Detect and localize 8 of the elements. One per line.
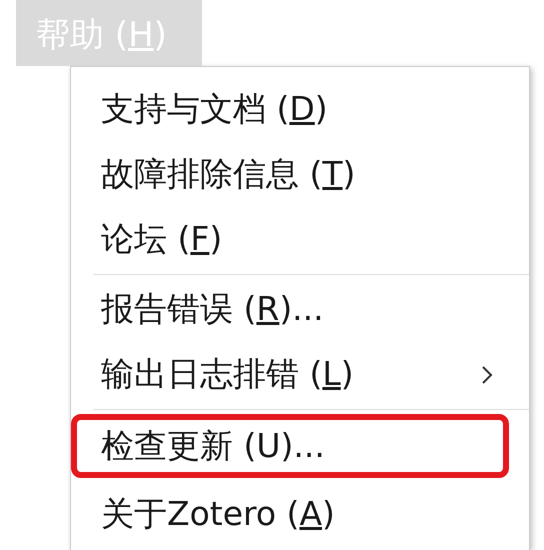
menu-item[interactable]: 论坛 (F) xyxy=(79,207,521,272)
menu-item[interactable]: 支持与文档 (D) xyxy=(79,77,521,142)
chevron-right-icon xyxy=(481,364,493,384)
menu-item[interactable]: 关于Zotero (A) xyxy=(79,482,521,547)
menu-item[interactable]: 检查更新 (U)... xyxy=(71,414,509,478)
menu-item[interactable]: 报告错误 (R)... xyxy=(79,277,521,342)
menu-item[interactable]: 输出日志排错 (L) xyxy=(79,342,521,407)
menu-item[interactable]: 故障排除信息 (T) xyxy=(79,142,521,207)
